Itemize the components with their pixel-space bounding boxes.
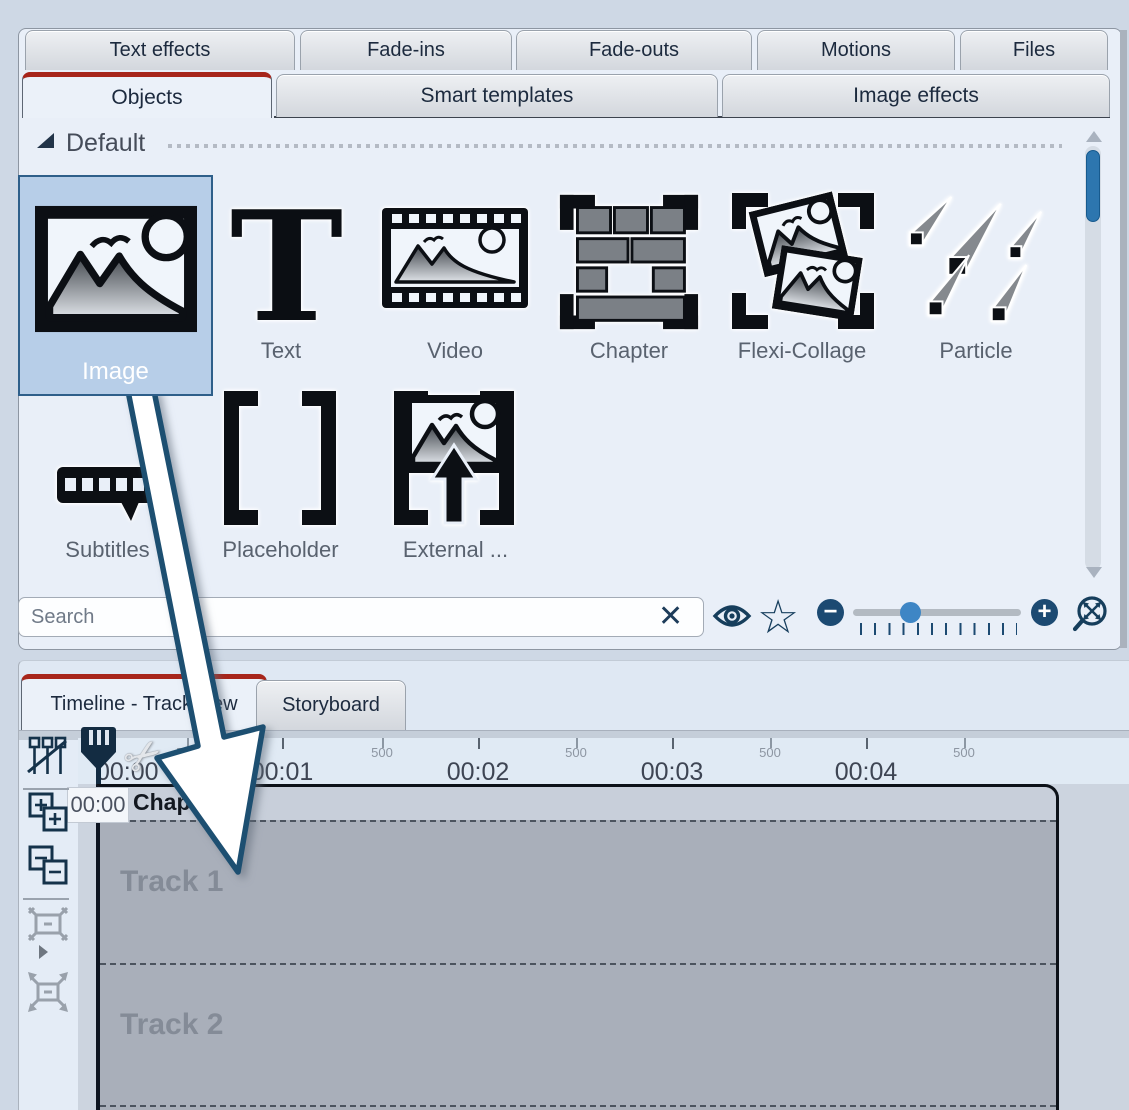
objects-scrollbar-thumb[interactable] <box>1086 150 1100 222</box>
tile-label: Image <box>20 358 211 386</box>
ruler-time-label: 00:04 <box>821 758 911 787</box>
playhead-marker[interactable] <box>80 725 118 785</box>
tile-label: Video <box>395 338 515 364</box>
insert-track-icon[interactable] <box>27 791 69 833</box>
expand-frame-icon[interactable] <box>25 969 71 1015</box>
remove-track-icon[interactable] <box>27 844 69 886</box>
tile-label: Placeholder <box>208 537 353 563</box>
tab-fade-ins[interactable]: Fade-ins <box>300 30 512 70</box>
tile-label: Text <box>221 338 341 364</box>
time-ruler[interactable]: 00:00 00:01 00:02 00:03 00:04 500 500 50… <box>78 738 1129 784</box>
chapter-label[interactable]: Chap <box>133 789 191 816</box>
collapse-triangle-icon[interactable] <box>37 133 54 148</box>
text-object-icon[interactable]: T <box>230 198 335 336</box>
thumbnail-size-slider-track[interactable] <box>853 609 1021 616</box>
zoom-in-button[interactable]: + <box>1031 599 1058 626</box>
window-right-edge <box>1120 30 1127 648</box>
zoom-reset-icon[interactable] <box>1072 594 1116 640</box>
tab-text-effects[interactable]: Text effects <box>25 30 295 70</box>
tab-motions[interactable]: Motions <box>757 30 955 70</box>
ruler-subtick-label: 500 <box>352 745 412 760</box>
tile-label: Chapter <box>569 338 689 364</box>
tab-files[interactable]: Files <box>960 30 1108 70</box>
slider-tick-marks <box>860 623 1017 635</box>
tile-label: Particle <box>916 338 1036 364</box>
fit-frame-icon[interactable] <box>27 903 69 945</box>
tab-smart-templates[interactable]: Smart templates <box>276 74 718 117</box>
ruler-subtick-label: 500 <box>740 745 800 760</box>
scroll-up-icon[interactable] <box>1086 131 1102 142</box>
scroll-down-icon[interactable] <box>1086 567 1102 578</box>
ruler-time-label: 00:02 <box>433 758 523 787</box>
chapter-header-strip[interactable] <box>100 787 1056 820</box>
favorites-star-icon[interactable]: ☆ <box>757 589 799 645</box>
track-display-options-icon[interactable] <box>25 734 69 778</box>
eye-icon[interactable] <box>712 601 752 631</box>
tab-timeline-track-view[interactable]: Timeline - Track view <box>21 674 267 730</box>
tab-image-effects[interactable]: Image effects <box>722 74 1110 117</box>
toolbar-separator <box>23 898 69 900</box>
external-object-icon[interactable] <box>386 387 522 529</box>
video-object-icon[interactable] <box>380 206 530 310</box>
app-window: Text effects Fade-ins Fade-outs Motions … <box>0 0 1129 1110</box>
toolbar-separator <box>23 788 69 790</box>
track-1-label: Track 1 <box>120 865 223 899</box>
track-2-label: Track 2 <box>120 1008 223 1042</box>
tile-label: External ... <box>383 537 528 563</box>
chapter-object-icon[interactable] <box>556 191 702 333</box>
flexi-collage-object-icon[interactable] <box>728 189 878 333</box>
tab-objects[interactable]: Objects <box>22 72 272 118</box>
ruler-subtick-label: 500 <box>546 745 606 760</box>
search-input[interactable] <box>18 597 704 637</box>
zoom-out-button[interactable]: − <box>817 599 844 626</box>
section-divider-dots <box>168 144 1062 148</box>
tile-image-selected[interactable]: Image <box>18 175 213 396</box>
tile-label: Flexi-Collage <box>712 338 892 364</box>
particle-object-icon[interactable] <box>902 192 1050 330</box>
section-header[interactable]: Default <box>66 129 145 158</box>
tab-fade-outs[interactable]: Fade-outs <box>516 30 752 70</box>
tab-storyboard[interactable]: Storyboard <box>256 680 406 730</box>
chapter-block[interactable]: Track 1 Track 2 <box>96 784 1059 1110</box>
ruler-time-label: 00:03 <box>627 758 717 787</box>
tile-label: Subtitles <box>45 537 170 563</box>
thumbnail-size-slider-thumb[interactable] <box>900 602 921 623</box>
dropdown-caret-icon[interactable] <box>39 945 48 959</box>
playhead-position-box: 00:00 <box>67 787 129 823</box>
search-clear-icon[interactable]: ✕ <box>658 599 683 634</box>
image-icon <box>35 205 197 333</box>
placeholder-object-icon[interactable] <box>212 387 348 529</box>
subtitles-object-icon[interactable] <box>55 455 155 530</box>
ruler-time-label: 00:01 <box>237 758 327 787</box>
ruler-subtick-label: 500 <box>934 745 994 760</box>
timeline-panel: Timeline - Track view Storyboard 00:00 0… <box>18 660 1129 1110</box>
